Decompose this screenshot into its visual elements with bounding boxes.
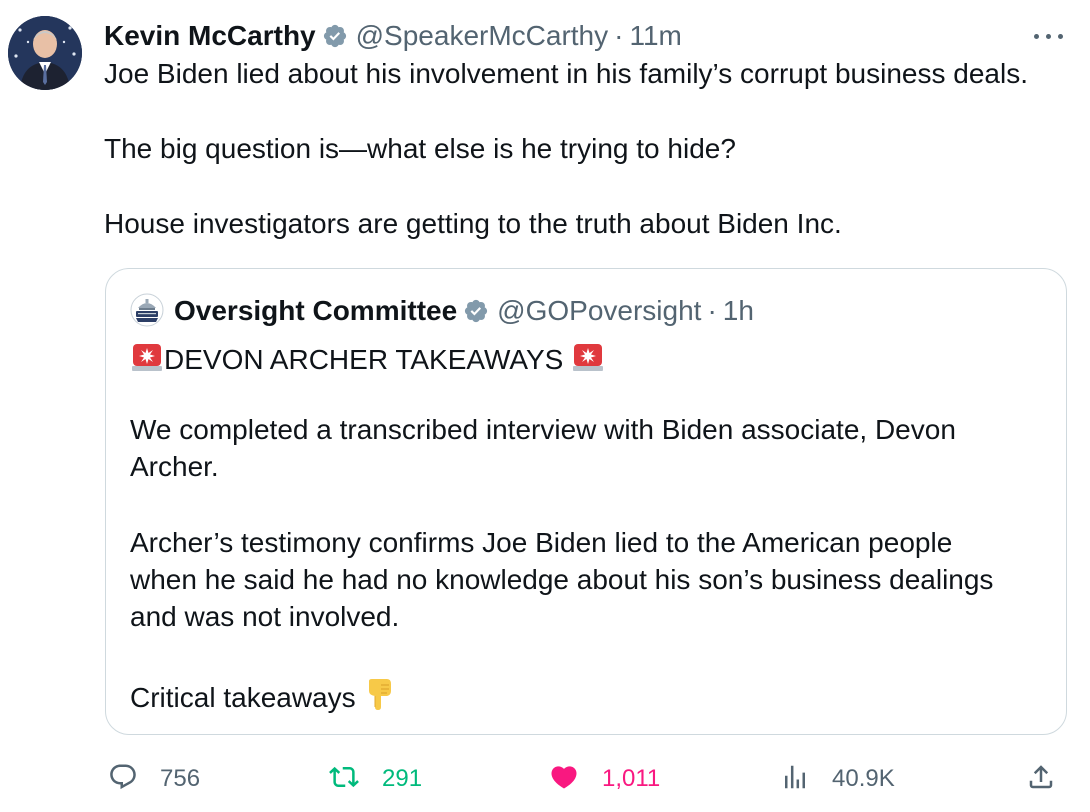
- author-name[interactable]: Kevin McCarthy: [104, 20, 316, 52]
- views-count: 40.9K: [832, 765, 895, 792]
- quoted-tweet-time[interactable]: 1h: [723, 295, 754, 327]
- quoted-text-line: when he said he had no knowledge about h…: [130, 564, 994, 595]
- critical-takeaways-text: Critical takeaways: [130, 682, 356, 713]
- quoted-text-line: Archer’s testimony confirms Joe Biden li…: [130, 527, 953, 558]
- verified-icon[interactable]: [463, 298, 489, 324]
- siren-emoji: [571, 339, 605, 380]
- quoted-text-line: Archer.: [130, 451, 219, 482]
- views-button[interactable]: 40.9K: [780, 756, 895, 802]
- reply-button[interactable]: 756: [108, 756, 200, 802]
- like-icon: [548, 762, 580, 797]
- retweet-icon: [328, 762, 360, 797]
- quoted-title-line: DEVON ARCHER TAKEAWAYS: [130, 339, 605, 380]
- quoted-author-handle[interactable]: @GOPoversight: [497, 295, 701, 327]
- retweet-button[interactable]: 291: [328, 756, 422, 802]
- quoted-header-separator: ·: [707, 295, 717, 326]
- author-avatar[interactable]: [8, 16, 82, 90]
- verified-icon[interactable]: [322, 23, 348, 49]
- retweet-count: 291: [382, 765, 423, 792]
- quoted-title: DEVON ARCHER TAKEAWAYS: [164, 344, 564, 375]
- quoted-text-line: Critical takeaways: [130, 677, 395, 718]
- author-handle[interactable]: @SpeakerMcCarthy: [356, 20, 609, 52]
- siren-emoji: [130, 339, 164, 380]
- quoted-author-avatar[interactable]: [130, 293, 164, 327]
- quoted-author-name[interactable]: Oversight Committee: [174, 295, 457, 327]
- like-button[interactable]: 1,011: [548, 756, 660, 802]
- reply-icon: [108, 762, 138, 797]
- tweet-time[interactable]: 11m: [629, 20, 681, 52]
- quoted-tweet-card[interactable]: Oversight Committee @GOPoversight · 1h D…: [105, 268, 1067, 735]
- quoted-text-line: We completed a transcribed interview wit…: [130, 414, 956, 445]
- tweet-text-line: The big question is—what else is he tryi…: [104, 133, 736, 164]
- like-count: 1,011: [602, 765, 661, 792]
- quoted-tweet-header: Oversight Committee @GOPoversight · 1h: [174, 291, 754, 331]
- tweet-text-line: House investigators are getting to the t…: [104, 208, 842, 239]
- reply-count: 756: [160, 765, 201, 792]
- quoted-text-line: and was not involved.: [130, 601, 400, 632]
- tweet-header: Kevin McCarthy @SpeakerMcCarthy · 11m: [104, 16, 682, 56]
- share-button[interactable]: [1026, 756, 1056, 802]
- more-icon[interactable]: [1032, 24, 1066, 48]
- tweet-text-line: Joe Biden lied about his involvement in …: [104, 58, 1028, 89]
- header-separator: ·: [614, 20, 624, 51]
- tweet-action-bar: 756 291 1,011 40.9K: [0, 756, 1090, 802]
- views-icon: [780, 762, 810, 797]
- pointing-down-emoji: [363, 677, 395, 718]
- share-icon: [1026, 762, 1056, 797]
